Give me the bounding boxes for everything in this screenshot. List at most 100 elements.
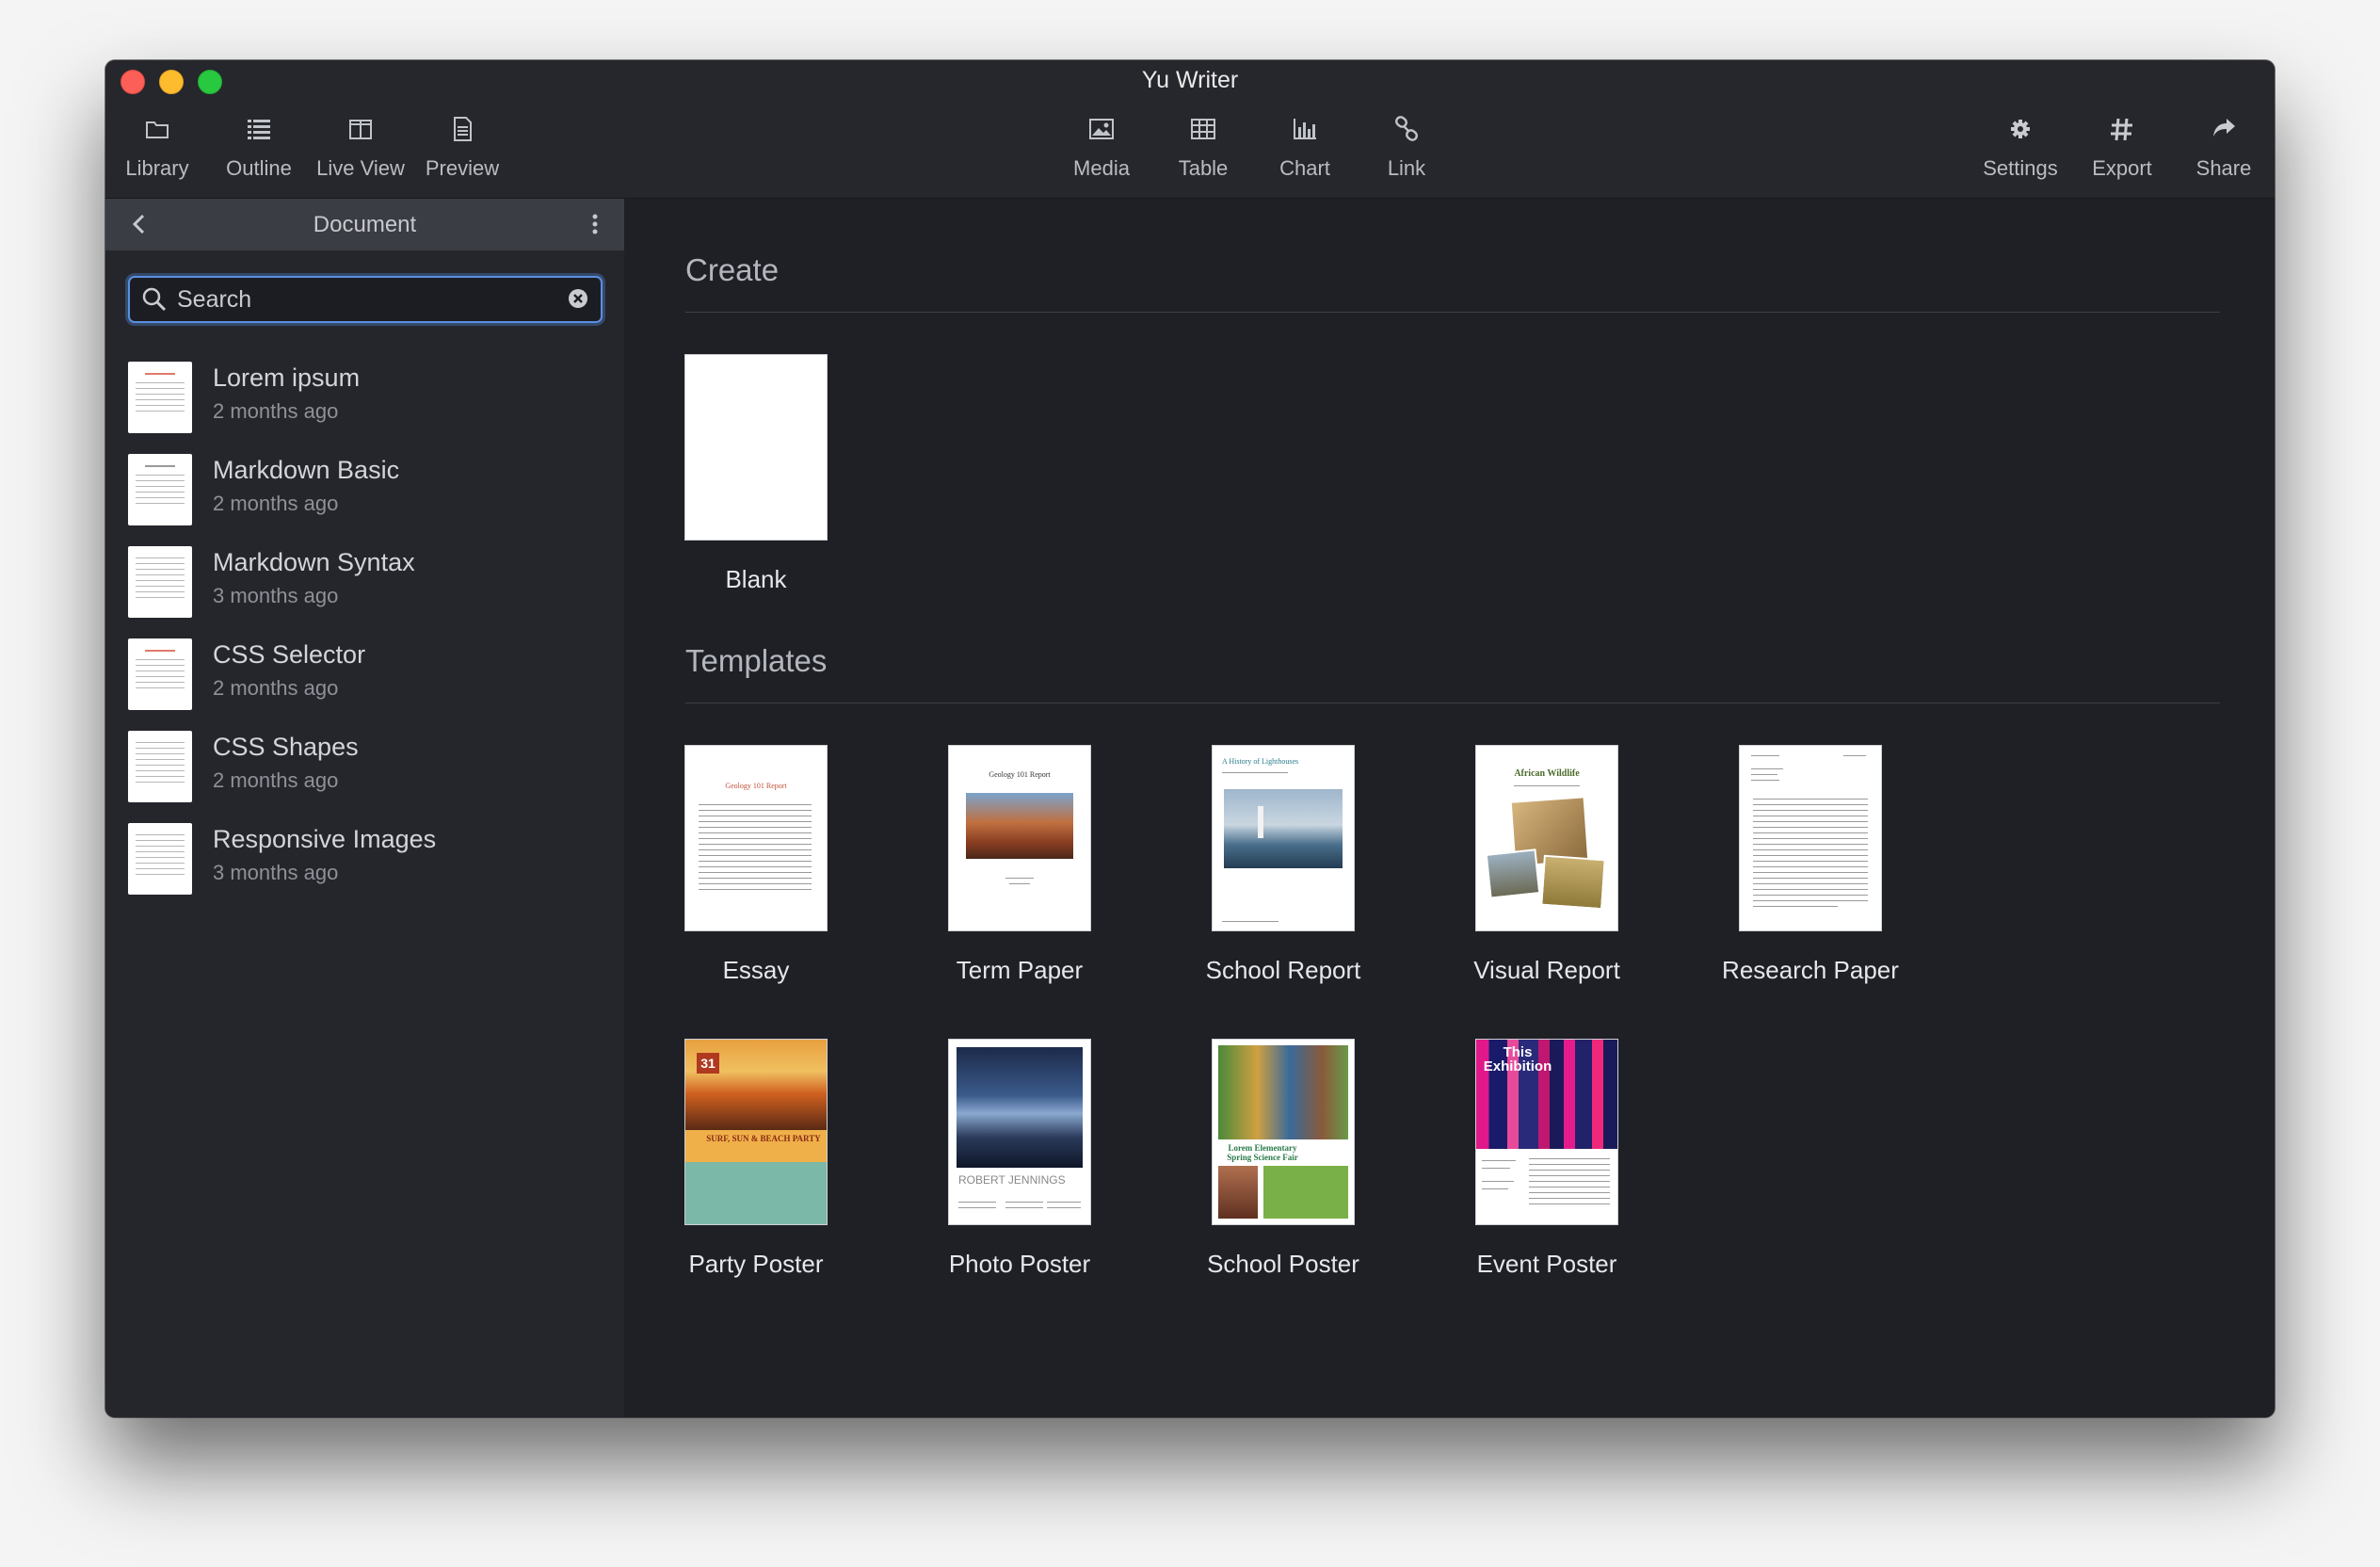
elephant-photo [1485, 848, 1541, 899]
share-button[interactable]: Share [2173, 109, 2275, 192]
document-list: Lorem ipsum 2 months ago Markdown Basic … [105, 358, 624, 912]
gear-icon [2011, 120, 2030, 138]
kid-photo [1218, 1166, 1258, 1219]
thumbnail-title: African Wildlife [1514, 768, 1580, 779]
document-item[interactable]: Lorem ipsum 2 months ago [105, 358, 624, 450]
preview-label: Preview [425, 156, 500, 180]
thumbnail-title: This Exhibition [1483, 1044, 1552, 1074]
outline-label: Outline [226, 156, 292, 180]
card-label: Term Paper [956, 956, 1084, 984]
template-research-paper[interactable]: Research Paper [1679, 745, 1942, 985]
preview-button[interactable]: Preview [411, 109, 513, 192]
template-thumbnail: African Wildlife [1475, 745, 1618, 931]
search-input[interactable] [177, 283, 554, 315]
document-name: Responsive Images [213, 825, 437, 853]
search-icon [142, 287, 167, 312]
info-panel [1263, 1166, 1348, 1219]
thumbnail-title: Lorem Elementary Spring Science Fair [1227, 1143, 1298, 1162]
card-label: Research Paper [1722, 956, 1899, 984]
template-thumbnail: ROBERT JENNINGS [948, 1039, 1091, 1225]
export-button[interactable]: Export [2071, 109, 2173, 192]
outline-button[interactable]: Outline [208, 109, 310, 192]
hash-icon [2111, 118, 2132, 141]
template-essay[interactable]: Geology 101 Report Essay [624, 745, 888, 985]
template-thumbnail: Lorem Elementary Spring Science Fair [1212, 1039, 1355, 1225]
window-title: Yu Writer [1141, 67, 1239, 93]
card-label: School Report [1205, 956, 1361, 984]
document-item[interactable]: Markdown Syntax 3 months ago [105, 542, 624, 635]
document-item[interactable]: Responsive Images 3 months ago [105, 819, 624, 912]
document-thumbnail [128, 823, 192, 895]
card-label: Essay [722, 956, 790, 984]
link-button[interactable]: Link [1356, 109, 1457, 192]
app-window: Yu Writer Library Outline Live View Prev… [105, 60, 2275, 1417]
document-date: 3 months ago [213, 861, 339, 884]
sidebar-title: Document [313, 212, 417, 237]
document-item[interactable]: Markdown Basic 2 months ago [105, 450, 624, 542]
template-thumbnail [1739, 745, 1882, 931]
clear-search-icon[interactable] [567, 287, 589, 310]
photo-collage [1218, 1045, 1348, 1139]
template-term-paper[interactable]: Geology 101 Report Term Paper [888, 745, 1151, 985]
document-item[interactable]: CSS Shapes 2 months ago [105, 727, 624, 819]
template-thumbnail: Geology 101 Report [948, 745, 1091, 931]
chart-button[interactable]: Chart [1254, 109, 1356, 192]
share-icon [2213, 119, 2235, 137]
library-button[interactable]: Library [106, 109, 208, 192]
table-icon [1191, 119, 1215, 139]
live-view-button[interactable]: Live View [310, 109, 411, 192]
blank-thumbnail [684, 354, 828, 541]
document-date: 3 months ago [213, 584, 339, 607]
template-thumbnail: This Exhibition [1475, 1039, 1618, 1225]
document-date: 2 months ago [213, 399, 339, 423]
document-icon [454, 117, 472, 141]
template-photo-poster[interactable]: ROBERT JENNINGS Photo Poster [888, 1039, 1151, 1279]
link-icon [1395, 116, 1418, 141]
media-button[interactable]: Media [1051, 109, 1152, 192]
card-label: Photo Poster [948, 1250, 1091, 1278]
template-school-report[interactable]: A History of Lighthouses School Report [1151, 745, 1415, 985]
document-name: Markdown Basic [213, 456, 400, 484]
template-school-poster[interactable]: Lorem Elementary Spring Science Fair Sch… [1151, 1039, 1415, 1279]
date-badge: 31 [697, 1053, 719, 1074]
toolbar-right-group: Settings Export Share [1970, 109, 2275, 192]
document-date: 2 months ago [213, 768, 339, 792]
template-visual-report[interactable]: African Wildlife Visual Report [1415, 745, 1679, 985]
document-date: 2 months ago [213, 676, 339, 700]
card-label: Party Poster [688, 1250, 824, 1278]
document-thumbnail [128, 546, 192, 618]
link-label: Link [1387, 156, 1426, 180]
template-thumbnail: Geology 101 Report [684, 745, 828, 931]
settings-button[interactable]: Settings [1970, 109, 2071, 192]
export-label: Export [2092, 156, 2152, 180]
template-event-poster[interactable]: This Exhibition Event Poster [1415, 1039, 1679, 1279]
table-label: Table [1178, 156, 1229, 180]
live-view-label: Live View [316, 156, 405, 180]
columns-icon [349, 120, 372, 139]
document-thumbnail [128, 454, 192, 525]
document-name: CSS Selector [213, 640, 366, 669]
list-icon [248, 120, 270, 139]
template-party-poster[interactable]: 31 SURF, SUN & BEACH PARTY Party Poster [624, 1039, 888, 1279]
media-label: Media [1073, 156, 1130, 180]
thumbnail-title: A History of Lighthouses [1222, 757, 1299, 766]
title-toolbar: Yu Writer Library Outline Live View Prev… [105, 60, 2275, 199]
info-panel [685, 1162, 827, 1224]
search-box [128, 276, 603, 323]
chart-label: Chart [1279, 156, 1330, 180]
share-label: Share [2195, 156, 2252, 180]
document-item[interactable]: CSS Selector 2 months ago [105, 635, 624, 727]
more-vertical-icon[interactable] [590, 211, 600, 237]
card-label: School Poster [1207, 1250, 1359, 1278]
table-button[interactable]: Table [1152, 109, 1254, 192]
divider [685, 312, 2220, 313]
card-label: Event Poster [1476, 1250, 1617, 1278]
document-thumbnail [128, 362, 192, 433]
lighthouse-photo [1224, 789, 1343, 868]
template-thumbnail: 31 SURF, SUN & BEACH PARTY [684, 1039, 828, 1225]
document-name: CSS Shapes [213, 733, 359, 761]
canyon-photo [966, 793, 1073, 859]
document-thumbnail [128, 638, 192, 710]
document-sidebar: Document Lorem ipsum 2 months ago Markdo… [105, 199, 624, 1417]
blank-card[interactable]: Blank [624, 354, 888, 594]
